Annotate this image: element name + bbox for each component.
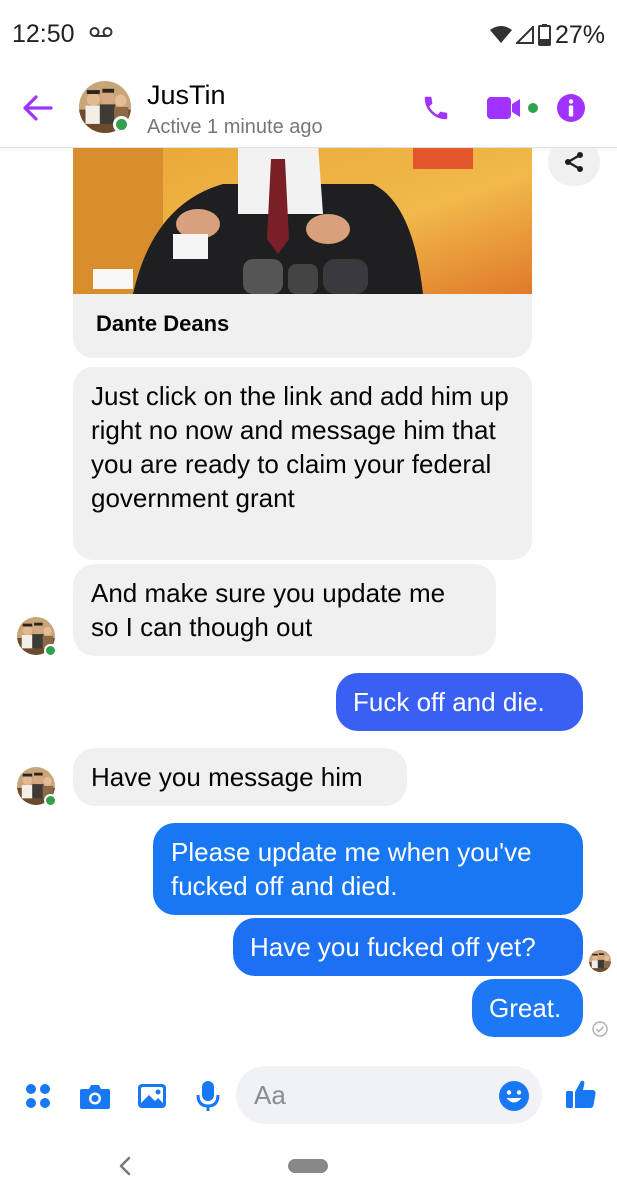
outgoing-message[interactable]: Fuck off and die. (336, 673, 583, 731)
link-preview-image (73, 148, 532, 294)
status-bar: 12:50 27% (0, 0, 617, 70)
share-icon (565, 152, 583, 172)
back-button[interactable] (18, 88, 58, 128)
system-nav-bar (0, 1136, 617, 1200)
call-button[interactable] (418, 90, 454, 126)
more-apps-icon (26, 1084, 50, 1108)
sent-check-icon (592, 1021, 608, 1037)
battery-percent: 27% (554, 20, 605, 49)
message-list[interactable]: Dante Deans Just click on the link and a… (0, 148, 617, 1054)
camera-icon (80, 1085, 110, 1109)
battery-icon (537, 24, 551, 46)
microphone-button[interactable] (190, 1078, 226, 1114)
incoming-message[interactable]: And make sure you update me so I can tho… (73, 564, 496, 656)
message-composer (0, 1060, 617, 1136)
gallery-button[interactable] (134, 1078, 170, 1114)
cell-signal-icon (515, 26, 534, 44)
message-input[interactable] (236, 1066, 542, 1124)
camera-button[interactable] (77, 1078, 113, 1114)
like-button[interactable] (563, 1076, 599, 1112)
nav-back-icon[interactable] (114, 1154, 136, 1178)
info-button[interactable] (555, 90, 587, 126)
back-arrow-icon (23, 95, 53, 121)
emoji-icon[interactable] (498, 1080, 530, 1112)
video-camera-icon (487, 97, 538, 119)
incoming-message[interactable]: Have you message him (73, 748, 407, 806)
outgoing-message[interactable]: Please update me when you've fucked off … (153, 823, 583, 915)
incoming-message[interactable]: Just click on the link and add him up ri… (73, 367, 532, 560)
conversation-header: JusTin Active 1 minute ago (0, 70, 617, 148)
info-icon (557, 94, 585, 122)
read-receipt-avatar (589, 950, 611, 972)
online-indicator (44, 794, 57, 807)
share-button[interactable] (548, 148, 600, 186)
link-preview-title[interactable]: Dante Deans (96, 311, 229, 337)
thumbs-up-icon (566, 1080, 596, 1108)
gallery-icon (138, 1084, 166, 1108)
outgoing-message[interactable]: Have you fucked off yet? (233, 918, 583, 976)
more-apps-button[interactable] (20, 1078, 56, 1114)
status-icons: 27% (489, 20, 605, 50)
wifi-icon (489, 26, 512, 43)
outgoing-message[interactable]: Great. (472, 979, 583, 1037)
online-indicator (113, 116, 130, 133)
online-indicator (44, 644, 57, 657)
video-call-button[interactable] (486, 90, 542, 126)
microphone-icon (196, 1081, 220, 1111)
status-time: 12:50 (12, 20, 75, 48)
contact-name[interactable]: JusTin (147, 80, 226, 111)
home-pill-icon[interactable] (288, 1159, 328, 1173)
voicemail-icon (89, 27, 113, 37)
link-preview-card[interactable]: Dante Deans (73, 148, 532, 358)
presence-status: Active 1 minute ago (147, 116, 323, 138)
phone-icon (424, 96, 448, 120)
